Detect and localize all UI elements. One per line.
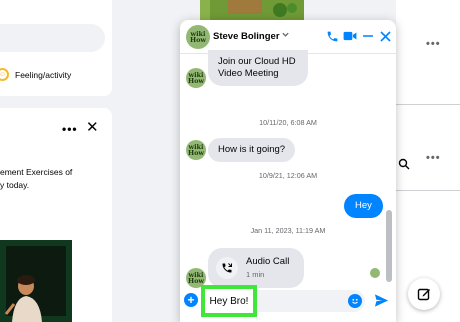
- message-text: How is it going?: [218, 144, 286, 155]
- avatar[interactable]: wiki How: [186, 25, 210, 49]
- post-close-icon[interactable]: ✕: [86, 118, 99, 136]
- phone-icon[interactable]: [325, 29, 339, 43]
- post-text: ement Exercises of y today.: [0, 166, 112, 192]
- post-text-line: ement Exercises of: [0, 167, 73, 177]
- feeling-activity-label: Feeling/activity: [15, 69, 72, 80]
- more-options-icon[interactable]: •••: [426, 152, 441, 164]
- chat-footer: + Hey Bro!: [180, 282, 396, 322]
- avatar-text: How: [189, 36, 207, 44]
- call-duration: 1 min: [246, 270, 265, 279]
- post-image[interactable]: [0, 240, 72, 322]
- divider: [396, 104, 460, 105]
- send-icon[interactable]: [374, 293, 389, 308]
- smiley-icon: ☺: [0, 68, 9, 81]
- post-more-options-icon[interactable]: •••: [62, 122, 78, 136]
- avatar: wiki How: [186, 68, 206, 88]
- message-timestamp: Jan 11, 2023, 11:19 AM: [250, 226, 326, 235]
- game-thumbnail[interactable]: [200, 0, 304, 20]
- compose-icon: [417, 288, 430, 301]
- message-list[interactable]: wiki How Join our Cloud HD Video Meeting …: [180, 50, 396, 288]
- avatar-text: How: [187, 77, 205, 85]
- search-icon[interactable]: [398, 158, 410, 170]
- message-text-line: Join our Cloud HD: [218, 56, 296, 67]
- person-silhouette: [4, 275, 42, 322]
- chevron-down-icon[interactable]: [281, 30, 290, 39]
- message-bubble-outgoing[interactable]: Hey: [344, 194, 383, 218]
- chat-window: wiki How Steve Bolinger wiki How Join our …: [180, 20, 396, 322]
- divider: [396, 190, 460, 191]
- read-receipt-avatar: [370, 268, 380, 278]
- avatar-text: How: [187, 149, 205, 157]
- minimize-icon[interactable]: [361, 29, 375, 43]
- whats-on-your-mind-input[interactable]: [0, 24, 105, 52]
- game-scene: [200, 0, 304, 20]
- message-bubble[interactable]: Join our Cloud HD Video Meeting: [208, 50, 308, 86]
- new-message-button[interactable]: [408, 278, 440, 310]
- missed-call-icon: [216, 257, 238, 279]
- contact-name[interactable]: Steve Bolinger: [213, 31, 280, 42]
- message-text: Hey: [355, 200, 372, 211]
- message-input[interactable]: Hey Bro!: [205, 289, 253, 313]
- close-icon[interactable]: [378, 29, 392, 43]
- message-timestamp: 10/11/20, 6:08 AM: [259, 118, 317, 127]
- feeling-activity-button[interactable]: ☺ Feeling/activity: [0, 68, 71, 81]
- scrollbar[interactable]: [386, 210, 392, 282]
- emoji-icon[interactable]: [348, 294, 362, 308]
- message-text-line: Video Meeting: [218, 68, 279, 79]
- more-options-icon[interactable]: •••: [426, 38, 441, 50]
- plus-icon[interactable]: +: [184, 293, 198, 307]
- chat-header: wiki How Steve Bolinger: [180, 20, 396, 54]
- message-bubble[interactable]: How is it going?: [208, 138, 296, 162]
- call-title: Audio Call: [246, 256, 290, 267]
- post-text-line: y today.: [0, 180, 30, 190]
- message-timestamp: 10/9/21, 12:06 AM: [258, 171, 318, 180]
- video-camera-icon[interactable]: [343, 29, 357, 43]
- avatar: wiki How: [186, 140, 206, 160]
